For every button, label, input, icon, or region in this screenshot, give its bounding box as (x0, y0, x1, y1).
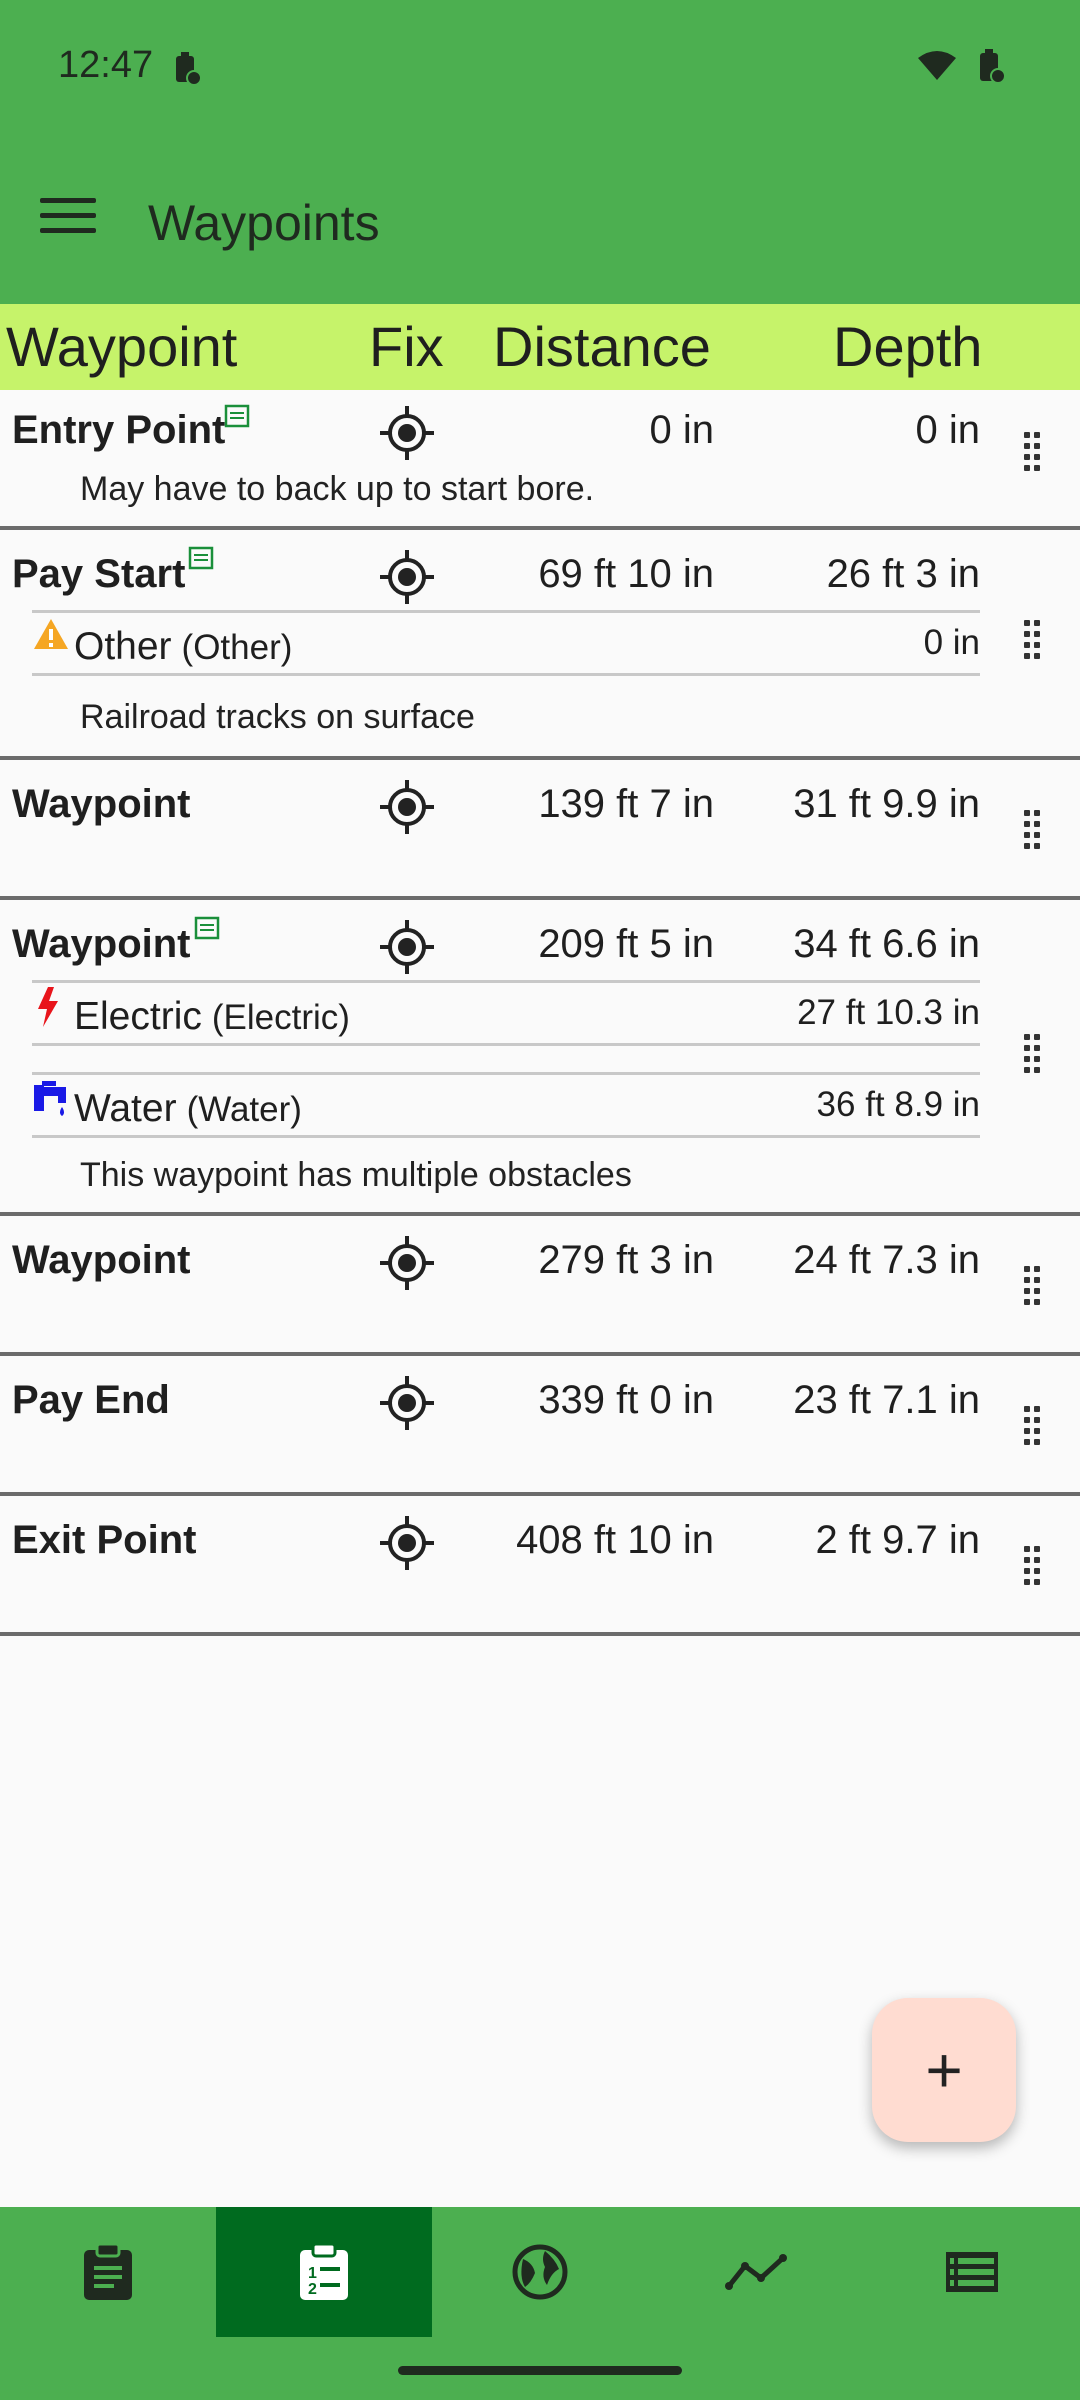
waypoint-row[interactable]: Pay End 339 ft 0 in 23 ft 7.1 in (0, 1356, 1080, 1496)
nav-chart[interactable] (648, 2207, 864, 2337)
status-bar: 12:47 (0, 0, 1080, 140)
waypoint-depth: 23 ft 7.1 in (793, 1378, 980, 1422)
waypoint-distance: 0 in (649, 408, 715, 452)
drag-handle-icon[interactable] (1024, 432, 1046, 476)
waypoint-list: Entry Point 0 in 0 in May have to back u… (0, 390, 1080, 1636)
waypoint-depth: 2 ft 9.7 in (815, 1518, 980, 1562)
gps-fix-icon[interactable] (380, 780, 434, 834)
page-title: Waypoints (148, 195, 380, 251)
drag-handle-icon[interactable] (1024, 810, 1046, 854)
obstacle-name: Water (74, 1087, 177, 1130)
svg-text:1: 1 (308, 2265, 317, 2282)
globe-icon (512, 2244, 568, 2300)
waypoint-row[interactable]: Waypoint 139 ft 7 in 31 ft 9.9 in (0, 760, 1080, 900)
column-fix: Fix (369, 315, 444, 378)
obstacle-depth: 27 ft 10.3 in (797, 993, 980, 1032)
drag-handle-icon[interactable] (1024, 1406, 1046, 1450)
gps-fix-icon[interactable] (380, 1376, 434, 1430)
svg-text:2: 2 (308, 2281, 317, 2298)
home-indicator[interactable] (398, 2366, 682, 2375)
obstacle-row[interactable]: Electric (Electric) 27 ft 10.3 in (32, 980, 980, 1046)
column-depth: Depth (833, 315, 983, 378)
waypoint-name: Waypoint (12, 1238, 191, 1282)
waypoint-depth: 24 ft 7.3 in (793, 1238, 980, 1282)
waypoint-distance: 209 ft 5 in (538, 922, 714, 966)
waypoint-depth: 31 ft 9.9 in (793, 782, 980, 826)
obstacle-depth: 0 in (923, 623, 980, 662)
nav-table[interactable] (864, 2207, 1080, 2337)
note-icon (194, 916, 220, 945)
battery-icon (976, 48, 1008, 89)
waypoint-name: Exit Point (12, 1518, 197, 1562)
waypoint-name: Waypoint (12, 782, 191, 826)
column-distance: Distance (493, 315, 711, 378)
obstacle-type: (Other) (181, 628, 293, 667)
waypoint-distance: 69 ft 10 in (538, 552, 714, 596)
note-icon (188, 546, 214, 575)
gps-fix-icon[interactable] (380, 406, 434, 460)
waypoint-distance: 339 ft 0 in (538, 1378, 714, 1422)
waypoint-row[interactable]: Waypoint 279 ft 3 in 24 ft 7.3 in (0, 1216, 1080, 1356)
column-waypoint: Waypoint (6, 315, 238, 378)
obstacle-depth: 36 ft 8.9 in (816, 1085, 980, 1124)
waypoint-row[interactable]: Pay Start 69 ft 10 in 26 ft 3 in Other (O… (0, 530, 1080, 760)
waypoint-name: Pay End (12, 1378, 170, 1422)
warning-icon (32, 617, 70, 656)
waypoint-note: May have to back up to start bore. (80, 470, 595, 508)
app-bar: Waypoints (0, 140, 1080, 304)
gps-fix-icon[interactable] (380, 1236, 434, 1290)
obstacle-name-label: Water (Water) (74, 1087, 302, 1131)
nav-clipboard-list[interactable]: 12 (216, 2207, 432, 2337)
gps-fix-icon[interactable] (380, 550, 434, 604)
line-chart-icon (725, 2254, 787, 2290)
waypoint-depth: 0 in (915, 408, 981, 452)
plus-icon: + (925, 2034, 963, 2106)
nav-clipboard[interactable] (0, 2207, 216, 2337)
obstacle-name-label: Other (Other) (74, 625, 292, 669)
gps-fix-icon[interactable] (380, 920, 434, 974)
menu-icon[interactable] (40, 198, 96, 246)
obstacle-row[interactable]: Other (Other) 0 in (32, 610, 980, 676)
column-header: Waypoint Fix Distance Depth (0, 304, 1080, 390)
waypoint-note: Railroad tracks on surface (80, 698, 475, 736)
obstacle-name: Other (74, 625, 172, 668)
waypoint-distance: 279 ft 3 in (538, 1238, 714, 1282)
obstacle-name: Electric (74, 995, 202, 1038)
drag-handle-icon[interactable] (1024, 1266, 1046, 1310)
waypoint-row[interactable]: Waypoint 209 ft 5 in 34 ft 6.6 in Electr… (0, 900, 1080, 1216)
clipboard-list-icon: 12 (300, 2242, 348, 2300)
water-faucet-icon (32, 1079, 70, 1124)
waypoint-name: Pay Start (12, 552, 186, 596)
status-time: 12:47 (58, 44, 154, 86)
obstacle-name-label: Electric (Electric) (74, 995, 350, 1039)
waypoint-row[interactable]: Entry Point 0 in 0 in May have to back u… (0, 390, 1080, 530)
obstacle-type: (Water) (186, 1090, 302, 1129)
waypoint-distance: 408 ft 10 in (516, 1518, 714, 1562)
drag-handle-icon[interactable] (1024, 1034, 1046, 1078)
obstacle-row[interactable]: Water (Water) 36 ft 8.9 in (32, 1072, 980, 1138)
waypoint-row[interactable]: Exit Point 408 ft 10 in 2 ft 9.7 in (0, 1496, 1080, 1636)
table-list-icon (946, 2252, 998, 2292)
waypoint-depth: 34 ft 6.6 in (793, 922, 980, 966)
wifi-icon (916, 50, 958, 87)
clipboard-icon (84, 2242, 132, 2300)
add-waypoint-button[interactable]: + (872, 1998, 1016, 2142)
drag-handle-icon[interactable] (1024, 1546, 1046, 1590)
note-icon (224, 404, 250, 433)
drag-handle-icon[interactable] (1024, 620, 1046, 664)
waypoint-name: Waypoint (12, 922, 191, 966)
waypoint-depth: 26 ft 3 in (826, 552, 980, 596)
waypoint-name: Entry Point (12, 408, 226, 452)
status-icons (916, 48, 1008, 89)
waypoint-note: This waypoint has multiple obstacles (80, 1156, 632, 1194)
obstacle-type: (Electric) (211, 998, 350, 1037)
lightning-icon (32, 987, 70, 1032)
gps-fix-icon[interactable] (380, 1516, 434, 1570)
nav-globe[interactable] (432, 2207, 648, 2337)
battery-saver-icon (172, 52, 202, 91)
waypoint-distance: 139 ft 7 in (538, 782, 714, 826)
